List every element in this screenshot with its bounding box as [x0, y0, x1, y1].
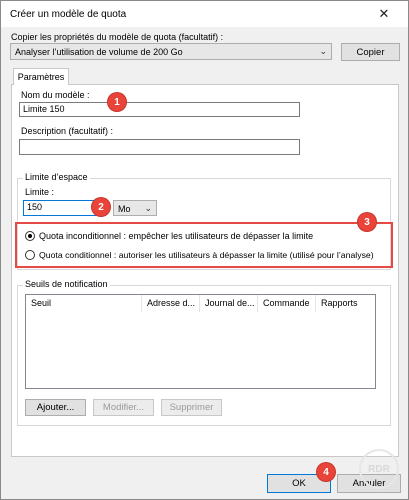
modify-button[interactable]: Modifier...: [93, 399, 154, 416]
notification-group-label: Seuils de notification: [23, 279, 110, 289]
copy-properties-label: Copier les propriétés du modèle de quota…: [11, 32, 224, 42]
space-limit-group-label: Limite d’espace: [23, 172, 90, 182]
limit-label: Limite :: [25, 187, 55, 197]
column-header-adresse[interactable]: Adresse d...: [142, 295, 200, 312]
column-header-journal[interactable]: Journal de...: [200, 295, 258, 312]
radio-highlight-box: [15, 222, 393, 268]
annotation-badge-3-text: 3: [364, 216, 370, 228]
column-header-commande[interactable]: Commande: [258, 295, 316, 312]
template-select-value: Analyser l’utilisation de volume de 200 …: [15, 47, 183, 57]
tab-parametres-label: Paramètres: [17, 72, 65, 82]
template-name-value: Limite 150: [23, 104, 65, 114]
chevron-down-icon: ⌄: [319, 46, 327, 56]
notification-list[interactable]: Seuil Adresse d... Journal de... Command…: [25, 294, 376, 389]
annotation-badge-4-text: 4: [323, 466, 329, 478]
description-input[interactable]: [19, 139, 300, 155]
column-header-rapports[interactable]: Rapports: [316, 295, 376, 312]
add-button-label: Ajouter...: [36, 402, 75, 413]
chevron-down-icon: ⌄: [144, 203, 152, 213]
title-bar: Créer un modèle de quota ✕: [1, 1, 408, 27]
annotation-badge-2: 2: [92, 198, 110, 216]
limit-value: 150: [27, 202, 43, 212]
unit-select[interactable]: Mo ⌄: [113, 200, 157, 216]
close-button[interactable]: ✕: [367, 5, 401, 23]
unit-select-value: Mo: [118, 204, 131, 214]
annotation-badge-2-text: 2: [98, 201, 104, 213]
annotation-badge-1: 1: [108, 93, 126, 111]
close-icon: ✕: [378, 6, 390, 21]
delete-button-label: Supprimer: [169, 402, 214, 413]
add-button[interactable]: Ajouter...: [25, 399, 86, 416]
watermark-text: RDR: [368, 463, 390, 475]
description-label: Description (facultatif) :: [21, 126, 114, 136]
annotation-badge-3: 3: [358, 213, 376, 231]
annotation-badge-1-text: 1: [114, 96, 120, 108]
template-select[interactable]: Analyser l’utilisation de volume de 200 …: [10, 43, 332, 60]
copy-button-label: Copier: [356, 46, 385, 58]
dialog-window: Créer un modèle de quota ✕ Copier les pr…: [0, 0, 409, 500]
tab-parametres[interactable]: Paramètres: [13, 68, 69, 85]
template-name-input[interactable]: Limite 150: [19, 102, 300, 117]
ok-button-label: OK: [292, 478, 306, 489]
copy-button[interactable]: Copier: [341, 43, 400, 61]
window-title: Créer un modèle de quota: [10, 9, 127, 20]
watermark-logo: RDR: [359, 449, 399, 489]
column-header-seuil[interactable]: Seuil: [26, 295, 142, 312]
annotation-badge-4: 4: [317, 463, 335, 481]
delete-button[interactable]: Supprimer: [161, 399, 222, 416]
modify-button-label: Modifier...: [102, 402, 145, 413]
template-name-label: Nom du modèle :: [21, 90, 90, 100]
